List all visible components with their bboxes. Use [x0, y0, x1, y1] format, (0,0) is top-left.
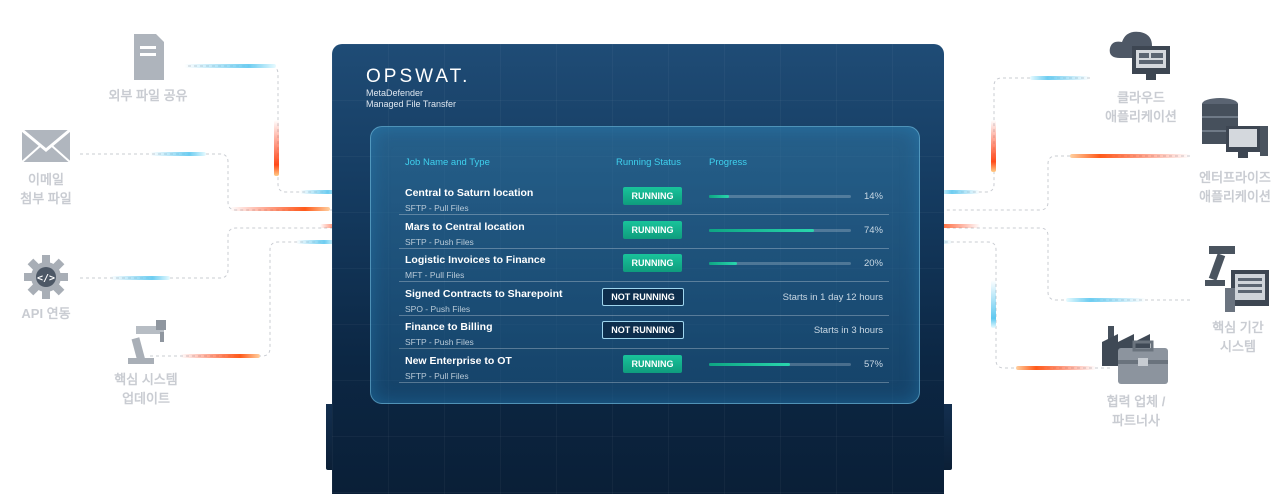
progress-fill — [709, 262, 738, 266]
node-partner-vendor: 협력 업체 / 파트너사 — [1086, 322, 1186, 430]
api-gear-icon: </> — [24, 255, 68, 299]
progress-fill — [709, 195, 729, 198]
progress-bar — [709, 262, 851, 266]
job-name: Central to Saturn location — [405, 187, 534, 199]
table-row[interactable]: New Enterprise to OT SFTP - Pull Files RUN… — [399, 349, 889, 383]
table-row[interactable]: Central to Saturn location SFTP - Pull Fi… — [399, 181, 889, 215]
job-type: SFTP - Push Files — [405, 337, 474, 348]
progress-fill — [709, 363, 790, 366]
table-row[interactable]: Mars to Central location SFTP - Push File… — [399, 215, 889, 249]
node-enterprise-application: 엔터프라이즈 애플리케이션 — [1190, 96, 1280, 206]
column-header-progress: Progress — [709, 157, 748, 168]
node-label: 외부 파일 공유 — [108, 88, 188, 103]
running-status-badge: RUNNING — [623, 254, 682, 273]
node-label: 애플리케이션 — [1105, 109, 1177, 124]
robot-panel-icon — [1205, 246, 1269, 312]
running-status-badge: NOT RUNNING — [602, 321, 684, 340]
progress-percent: 57% — [863, 359, 883, 370]
node-label: API 연동 — [21, 306, 71, 321]
factory-briefcase-icon — [1102, 326, 1168, 384]
progress-bar — [709, 363, 851, 366]
progress-bar — [709, 195, 851, 198]
brand-block: OPSWAT. MetaDefender Managed File Transf… — [366, 66, 470, 110]
node-label: 이메일 — [28, 172, 64, 187]
job-name: Mars to Central location — [405, 220, 525, 233]
node-label: 핵심 기간 — [1212, 320, 1264, 335]
node-label: 애플리케이션 — [1199, 189, 1271, 204]
document-icon — [134, 34, 164, 80]
product-subtitle: Managed File Transfer — [366, 99, 457, 109]
running-status-badge: RUNNING — [623, 187, 682, 205]
product-name: MetaDefender — [366, 88, 424, 98]
job-name: Finance to Billing — [405, 321, 493, 334]
column-header-status: Running Status — [616, 157, 681, 168]
progress-fill — [709, 228, 815, 232]
progress-percent: 74% — [863, 224, 883, 236]
envelope-icon — [21, 128, 71, 163]
running-status-badge: NOT RUNNING — [602, 287, 684, 306]
node-email-attachment: 이메일 첨부 파일 — [6, 126, 86, 208]
node-api-integration: </> API 연동 — [6, 254, 86, 323]
node-label: 시스템 — [1220, 339, 1256, 354]
progress-percent: 14% — [863, 191, 883, 202]
node-label: 핵심 시스템 — [114, 372, 178, 387]
job-name: Logistic Invoices to Finance — [405, 254, 546, 267]
node-label: 엔터프라이즈 — [1199, 170, 1271, 185]
opswat-logo: OPSWAT. — [366, 66, 471, 87]
server-desktop-icon — [1202, 98, 1268, 158]
svg-text:</>: </> — [37, 273, 55, 284]
table-row[interactable]: Logistic Invoices to Finance MFT - Pull F… — [399, 248, 889, 283]
panel-screen: OPSWAT. MetaDefender Managed File Transf… — [332, 44, 944, 494]
node-label: 파트너사 — [1112, 413, 1160, 428]
node-cloud-application: 클라우드 애플리케이션 — [1086, 28, 1196, 126]
progress-percent: 20% — [863, 258, 883, 270]
node-core-backbone-system: 핵심 기간 시스템 — [1196, 244, 1280, 356]
node-label: 협력 업체 / — [1106, 394, 1166, 409]
job-type: MFT - Pull Files — [405, 270, 465, 281]
job-name: New Enterprise to OT — [405, 355, 512, 367]
schedule-text: Starts in 1 day 12 hours — [782, 291, 883, 303]
job-table: Job Name and Type Running Status Progres… — [370, 126, 920, 404]
column-header-job: Job Name and Type — [405, 157, 490, 168]
job-name: Signed Contracts to Sharepoint — [405, 287, 563, 300]
robot-arm-icon — [128, 320, 166, 364]
running-status-badge: RUNNING — [623, 220, 682, 239]
job-type: SPO - Push Files — [405, 303, 471, 314]
job-type: SFTP - Pull Files — [405, 203, 469, 213]
node-label: 클라우드 — [1117, 90, 1165, 105]
schedule-text: Starts in 3 hours — [813, 325, 883, 337]
table-row[interactable]: Finance to Billing SFTP - Push Files NOT R… — [399, 315, 889, 350]
job-type: SFTP - Push Files — [405, 236, 474, 247]
cloud-app-icon — [1109, 31, 1170, 80]
node-label: 업데이트 — [122, 391, 170, 406]
mft-dashboard-panel: OPSWAT. MetaDefender Managed File Transf… — [326, 44, 952, 494]
job-type: SFTP - Pull Files — [405, 371, 469, 381]
progress-bar — [709, 228, 851, 232]
node-core-system-update: 핵심 시스템 업데이트 — [96, 318, 196, 408]
running-status-badge: RUNNING — [623, 355, 682, 373]
node-external-file-sharing: 외부 파일 공유 — [98, 32, 198, 105]
node-label: 첨부 파일 — [20, 191, 72, 206]
table-row[interactable]: Signed Contracts to Sharepoint SPO - Push… — [399, 282, 889, 316]
